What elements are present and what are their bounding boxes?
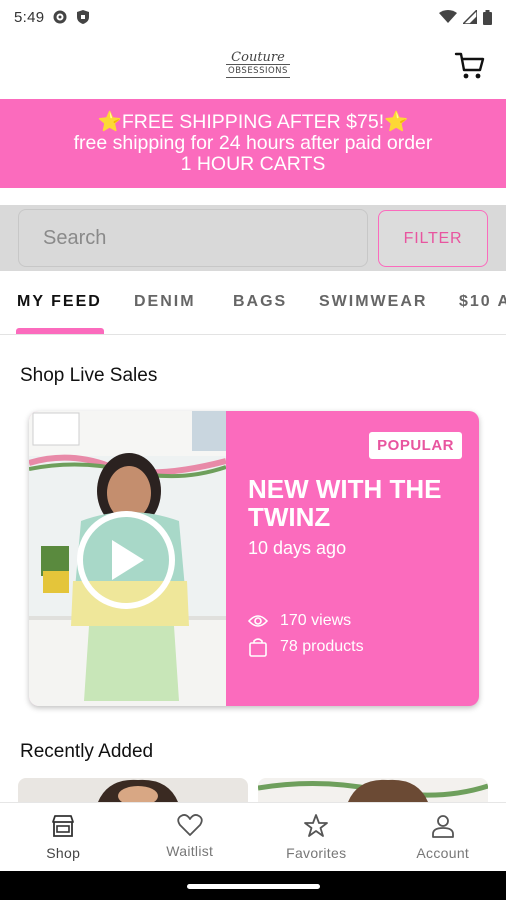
signal-icon [463,10,477,24]
category-tabs: MY FEED DENIM BAGS SWIMWEAR $10 A [0,271,506,335]
account-icon [431,815,454,838]
active-tab-indicator [16,328,104,334]
views-stat: 170 views [248,612,351,630]
live-sale-time: 10 days ago [248,538,347,558]
recent-item-thumbnail[interactable] [18,778,248,802]
nav-account-label: Account [416,845,470,861]
popular-badge: POPULAR [369,432,462,459]
nav-shop[interactable]: Shop [0,803,127,871]
system-navigation-bar [0,871,506,900]
live-sales-title: Shop Live Sales [20,365,158,386]
tab-10-and-under[interactable]: $10 A [459,293,506,311]
app-header: Couture OBSESSIONS [0,34,506,98]
tab-swimwear[interactable]: SWIMWEAR [319,293,427,311]
tab-denim[interactable]: DENIM [134,293,196,311]
search-input[interactable]: Search [18,209,368,267]
bag-icon [249,638,267,657]
nav-favorites[interactable]: Favorites [253,803,380,871]
brand-logo[interactable]: Couture OBSESSIONS [222,46,294,84]
wifi-icon [439,10,457,23]
views-count: 170 views [280,612,352,629]
logo-script: Couture [231,50,285,65]
nav-shop-label: Shop [46,845,81,861]
gear-icon [53,10,67,24]
filter-button[interactable]: FILTER [378,210,488,267]
shop-icon [52,815,75,837]
promo-line-2: free shipping for 24 hours after paid or… [73,132,433,154]
logo-word: OBSESSIONS [226,64,290,78]
bottom-navigation: Shop Waitlist Favorites Account [0,802,506,871]
recently-added-title: Recently Added [20,741,154,762]
status-time: 5:49 [14,8,45,26]
cart-icon[interactable] [454,50,486,82]
promo-banner: ⭐FREE SHIPPING AFTER $75!⭐ free shipping… [0,99,506,188]
star-icon [304,814,329,837]
live-sale-card[interactable]: POPULAR NEW WITH THE TWINZ 10 days ago 1… [29,411,479,706]
play-icon [112,540,144,580]
shield-icon [77,10,90,24]
tab-bags[interactable]: BAGS [233,293,287,311]
promo-line-1: ⭐FREE SHIPPING AFTER $75!⭐ [97,111,409,133]
products-count: 78 products [280,638,364,655]
nav-waitlist-label: Waitlist [166,843,214,859]
nav-waitlist[interactable]: Waitlist [127,803,254,871]
status-bar: 5:49 [0,0,506,34]
nav-favorites-label: Favorites [286,845,347,861]
play-button[interactable] [77,511,175,609]
promo-line-3: 1 HOUR CARTS [180,153,326,175]
heart-icon [177,814,203,836]
products-stat: 78 products [248,637,364,657]
nav-account[interactable]: Account [380,803,506,871]
eye-icon [248,615,268,627]
tab-my-feed[interactable]: MY FEED [17,293,102,311]
battery-icon [483,9,492,25]
home-gesture-handle[interactable] [187,884,320,889]
live-sale-title: NEW WITH THE TWINZ [248,474,442,532]
recent-item-thumbnail[interactable] [258,778,488,802]
search-bar: Search FILTER [0,205,506,271]
